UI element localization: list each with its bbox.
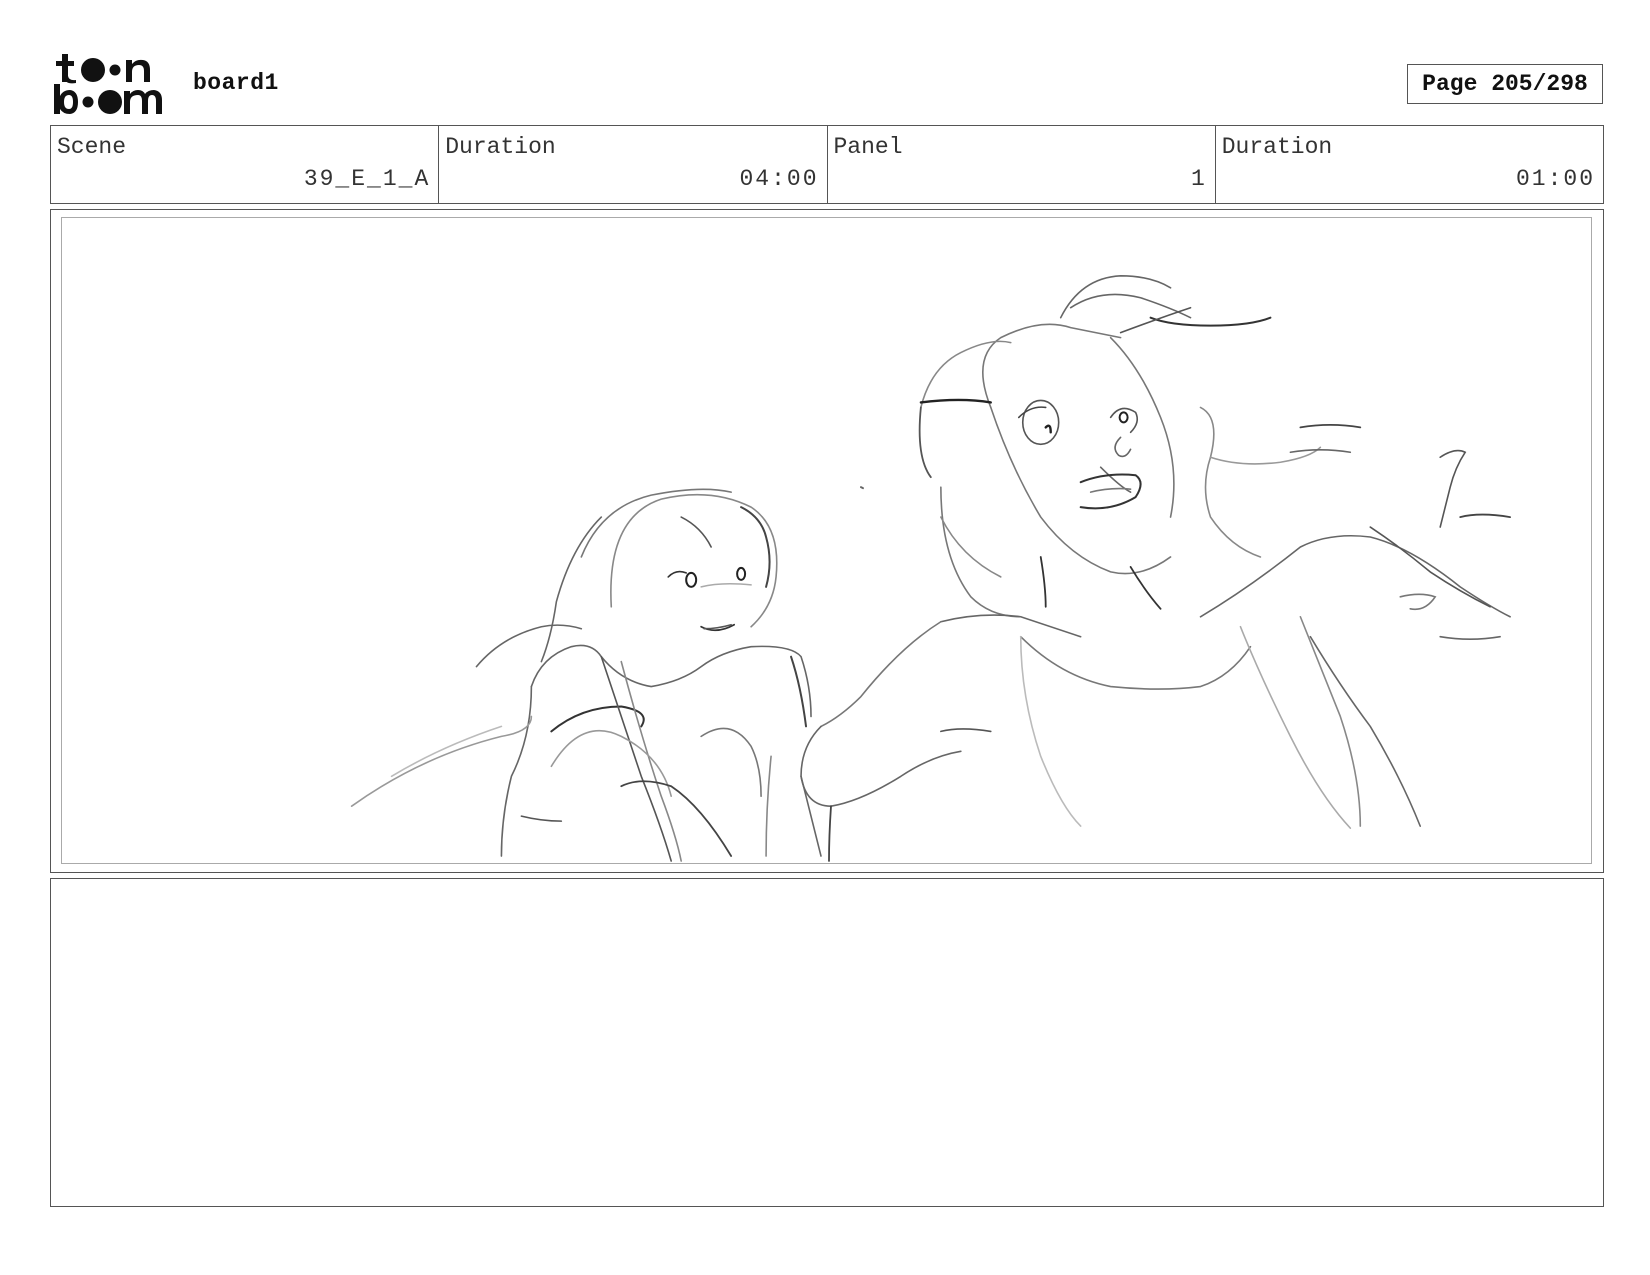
scene-value: 39_E_1_A xyxy=(303,166,431,192)
page-number: 205/298 xyxy=(1491,71,1588,97)
scene-label: Scene xyxy=(57,134,127,160)
page-label: Page xyxy=(1422,71,1478,97)
toonboom-logo xyxy=(52,52,170,116)
page-indicator: Page 205/298 xyxy=(1407,64,1603,104)
panel-duration-label: Duration xyxy=(1221,134,1333,160)
panel-cell: Panel 1 xyxy=(828,126,1216,203)
panel-label: Panel xyxy=(833,134,903,160)
panel-notes xyxy=(50,878,1604,1207)
board-title: board1 xyxy=(193,70,279,96)
panel-duration-cell: Duration 01:00 xyxy=(1216,126,1603,203)
scene-cell: Scene 39_E_1_A xyxy=(51,126,440,203)
scene-duration-value: 04:00 xyxy=(739,166,819,192)
scene-duration-label: Duration xyxy=(445,134,556,160)
panel-image xyxy=(61,217,1592,864)
scene-info-row: Scene 39_E_1_A Duration 04:00 Panel 1 Du… xyxy=(50,125,1604,204)
panel-value: 1 xyxy=(1190,166,1207,192)
panel-duration-value: 01:00 xyxy=(1515,166,1595,192)
panel-frame xyxy=(50,209,1604,873)
sketch-drawing xyxy=(350,275,1512,862)
scene-duration-cell: Duration 04:00 xyxy=(439,126,828,203)
toonboom-logo-icon xyxy=(54,54,162,114)
